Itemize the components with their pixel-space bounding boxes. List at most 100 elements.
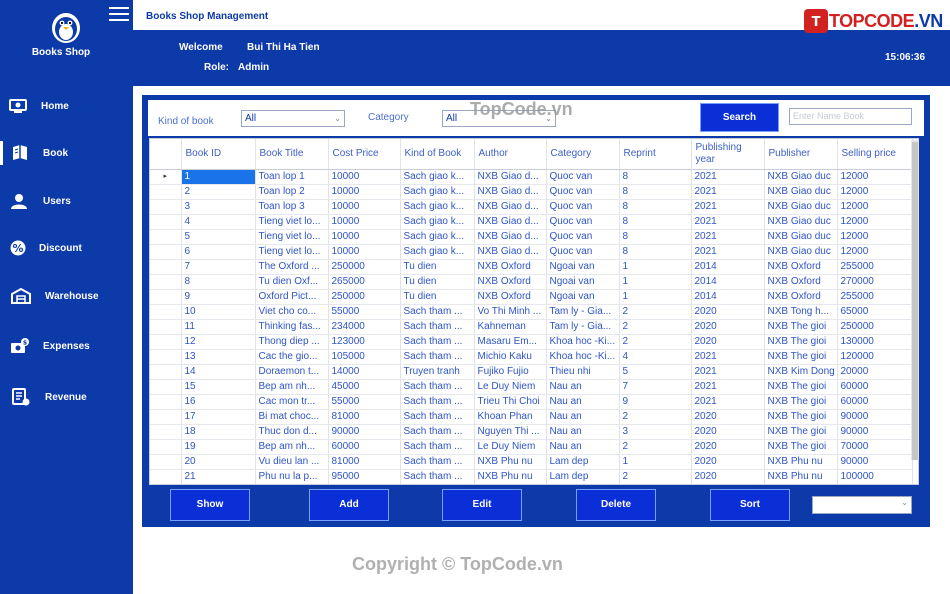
row-header[interactable] xyxy=(150,289,182,305)
table-cell[interactable]: NXB The gioi xyxy=(764,439,838,455)
table-cell[interactable]: NXB Giao duc xyxy=(764,214,838,230)
table-cell[interactable]: 1 xyxy=(181,169,256,185)
table-cell[interactable]: Sach giao k... xyxy=(400,244,475,260)
table-cell[interactable]: 5 xyxy=(619,364,692,380)
table-cell[interactable]: NXB Phu nu xyxy=(474,454,547,470)
table-cell[interactable]: 9 xyxy=(619,394,692,410)
table-cell[interactable]: NXB Oxford xyxy=(474,259,547,275)
table-row[interactable]: 11 Thinking fas... 234000 Sach tham ... Kahn… xyxy=(150,319,913,335)
table-cell[interactable]: NXB Giao d... xyxy=(474,184,547,200)
table-cell[interactable]: Lam dep xyxy=(546,454,620,470)
table-cell[interactable]: 15 xyxy=(181,379,256,395)
table-cell[interactable]: 65000 xyxy=(837,304,913,320)
table-cell[interactable]: 2014 xyxy=(691,259,765,275)
table-cell[interactable]: Sach tham ... xyxy=(400,349,475,365)
table-row[interactable]: 18 Thuc don d... 90000 Sach tham ... Nguyen … xyxy=(150,424,913,440)
scrollbar-thumb[interactable] xyxy=(912,142,918,460)
table-row[interactable]: 10 Viet cho co... 55000 Sach tham ... Vo Thi… xyxy=(150,304,913,320)
table-cell[interactable]: Sach tham ... xyxy=(400,334,475,350)
table-cell[interactable]: NXB Giao d... xyxy=(474,229,547,245)
table-cell[interactable]: Michio Kaku xyxy=(474,349,547,365)
table-cell[interactable]: Toan lop 3 xyxy=(255,199,329,215)
table-cell[interactable]: Cac the gio... xyxy=(255,349,329,365)
table-cell[interactable]: Sach tham ... xyxy=(400,319,475,335)
table-cell[interactable]: 12000 xyxy=(837,214,913,230)
nav-item-book[interactable]: Book xyxy=(0,133,133,173)
table-cell[interactable]: Sach tham ... xyxy=(400,379,475,395)
row-header[interactable] xyxy=(150,274,182,290)
table-cell[interactable]: 255000 xyxy=(837,289,913,305)
table-cell[interactable]: 7 xyxy=(619,379,692,395)
table-cell[interactable]: 2021 xyxy=(691,349,765,365)
row-header[interactable] xyxy=(150,424,182,440)
table-cell[interactable]: 81000 xyxy=(328,409,401,425)
table-cell[interactable]: 4 xyxy=(619,349,692,365)
row-header[interactable] xyxy=(150,214,182,230)
table-cell[interactable]: Tieng viet lo... xyxy=(255,229,329,245)
table-cell[interactable]: 234000 xyxy=(328,319,401,335)
table-cell[interactable]: 2021 xyxy=(691,379,765,395)
table-cell[interactable]: Le Duy Niem xyxy=(474,439,547,455)
table-cell[interactable]: 2 xyxy=(619,304,692,320)
row-header[interactable] xyxy=(150,259,182,275)
table-cell[interactable]: 2021 xyxy=(691,394,765,410)
table-cell[interactable]: Khoan Phan xyxy=(474,409,547,425)
table-cell[interactable]: 7 xyxy=(181,259,256,275)
table-cell[interactable]: 21 xyxy=(181,469,256,484)
table-cell[interactable]: 10000 xyxy=(328,184,401,200)
table-cell[interactable]: 10000 xyxy=(328,244,401,260)
grid-scrollbar[interactable] xyxy=(911,140,919,460)
row-header[interactable] xyxy=(150,304,182,320)
table-cell[interactable]: Oxford Pict... xyxy=(255,289,329,305)
table-cell[interactable]: 20 xyxy=(181,454,256,470)
table-cell[interactable]: Tieng viet lo... xyxy=(255,214,329,230)
table-cell[interactable]: 2 xyxy=(181,184,256,200)
table-cell[interactable]: 2021 xyxy=(691,229,765,245)
table-cell[interactable]: NXB Giao d... xyxy=(474,169,547,185)
table-cell[interactable]: 2020 xyxy=(691,334,765,350)
table-cell[interactable]: 70000 xyxy=(837,439,913,455)
table-cell[interactable]: 1 xyxy=(619,259,692,275)
table-cell[interactable]: 17 xyxy=(181,409,256,425)
search-input[interactable]: Enter Name Book xyxy=(789,108,912,125)
table-cell[interactable]: 2021 xyxy=(691,244,765,260)
table-cell[interactable]: NXB Tong h... xyxy=(764,304,838,320)
table-cell[interactable]: 2020 xyxy=(691,439,765,455)
table-cell[interactable]: Quoc van xyxy=(546,169,620,185)
table-cell[interactable]: 5 xyxy=(181,229,256,245)
table-cell[interactable]: NXB The gioi xyxy=(764,424,838,440)
table-cell[interactable]: Thinking fas... xyxy=(255,319,329,335)
table-cell[interactable]: NXB Kim Dong xyxy=(764,364,838,380)
table-cell[interactable]: The Oxford ... xyxy=(255,259,329,275)
table-cell[interactable]: 2020 xyxy=(691,319,765,335)
table-cell[interactable]: Ngoai van xyxy=(546,289,620,305)
edit-button[interactable]: Edit xyxy=(442,489,522,521)
column-header[interactable]: Book Title xyxy=(255,139,329,170)
column-header[interactable]: Publisher xyxy=(764,139,838,170)
table-cell[interactable]: 2020 xyxy=(691,424,765,440)
table-cell[interactable]: 60000 xyxy=(328,439,401,455)
nav-item-revenue[interactable]: Revenue xyxy=(0,377,133,417)
table-cell[interactable]: Vu dieu lan ... xyxy=(255,454,329,470)
table-cell[interactable]: Bep am nh... xyxy=(255,439,329,455)
table-cell[interactable]: 2020 xyxy=(691,304,765,320)
table-row[interactable]: 4 Tieng viet lo... 10000 Sach giao k... NXB … xyxy=(150,214,913,230)
table-cell[interactable]: NXB Giao d... xyxy=(474,199,547,215)
table-cell[interactable]: 2021 xyxy=(691,169,765,185)
column-header[interactable]: Book ID xyxy=(181,139,256,170)
row-header[interactable] xyxy=(150,244,182,260)
table-cell[interactable]: 12000 xyxy=(837,244,913,260)
row-header[interactable] xyxy=(150,379,182,395)
table-cell[interactable]: 16 xyxy=(181,394,256,410)
table-cell[interactable]: Sach giao k... xyxy=(400,169,475,185)
table-cell[interactable]: 60000 xyxy=(837,394,913,410)
table-cell[interactable]: 13 xyxy=(181,349,256,365)
row-header[interactable]: ▸ xyxy=(150,169,182,185)
table-cell[interactable]: Toan lop 2 xyxy=(255,184,329,200)
table-cell[interactable]: Ngoai van xyxy=(546,259,620,275)
table-cell[interactable]: Kahneman xyxy=(474,319,547,335)
table-cell[interactable]: Thieu nhi xyxy=(546,364,620,380)
table-cell[interactable]: Cac mon tr... xyxy=(255,394,329,410)
row-header[interactable] xyxy=(150,349,182,365)
table-cell[interactable]: 8 xyxy=(619,229,692,245)
